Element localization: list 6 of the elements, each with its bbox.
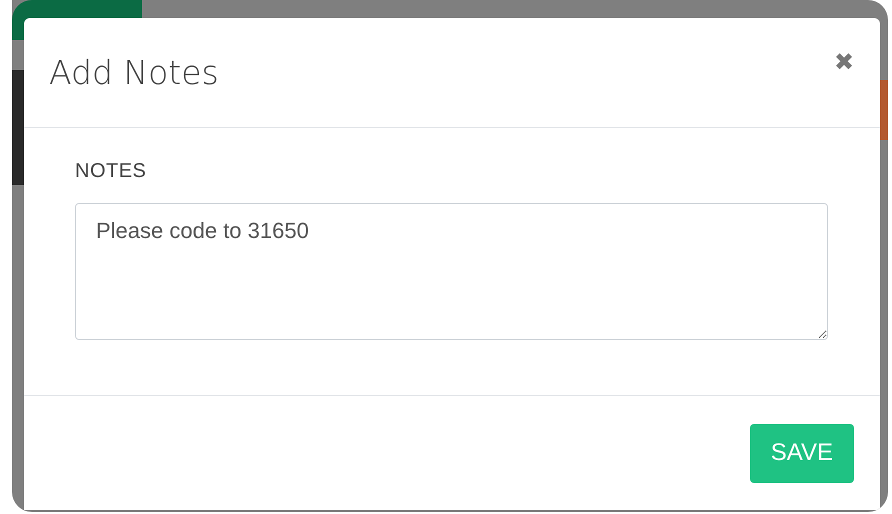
close-button[interactable]: ✖ bbox=[834, 48, 854, 77]
dialog-title: Add Notes bbox=[49, 53, 219, 92]
notes-field[interactable]: Please code to 31650 bbox=[75, 203, 828, 340]
save-button[interactable]: SAVE bbox=[750, 424, 854, 482]
background-panel bbox=[880, 80, 888, 140]
field-label: NOTES bbox=[75, 160, 148, 183]
